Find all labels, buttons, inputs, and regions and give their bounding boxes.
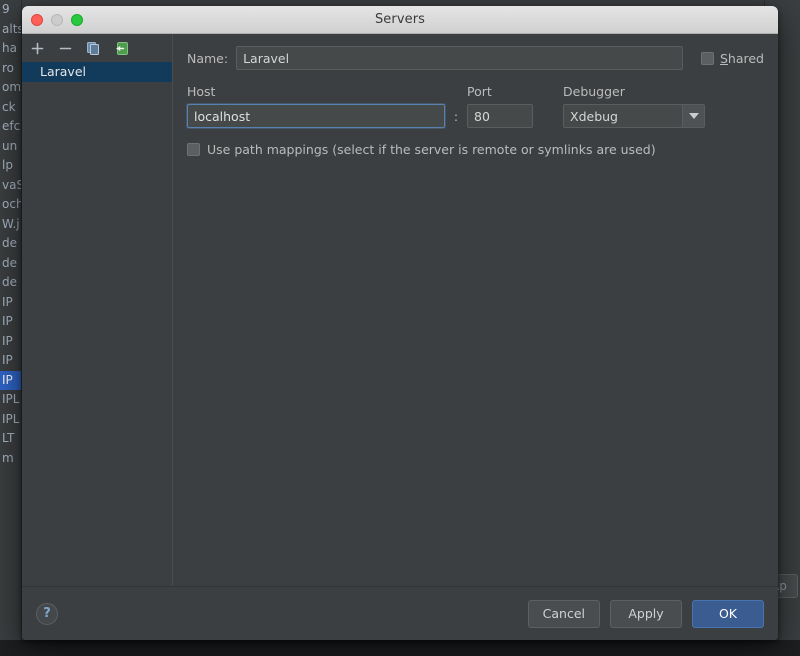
dialog-body: Laravel Name: Shared Host : Port [22,34,778,586]
shared-checkbox[interactable] [700,51,714,65]
host-input[interactable] [187,104,445,128]
background-tree-row[interactable]: vaS [0,176,21,196]
background-tree-row[interactable]: de [0,234,21,254]
minus-icon[interactable] [56,39,74,57]
server-list-toolbar [22,34,172,62]
background-tree-row[interactable]: om [0,78,21,98]
name-label: Name: [187,50,229,66]
minimize-button-icon[interactable] [51,14,63,26]
servers-dialog: Servers Laravel Name: Laravel Shared Hos… [22,6,778,640]
server-list-item[interactable]: Laravel [22,62,172,82]
dialog-actions: Cancel Apply OK [527,599,764,628]
background-tree-row[interactable]: ro [0,59,21,79]
help-icon[interactable]: ? [36,602,58,625]
plus-icon[interactable] [28,39,46,57]
background-tree-row[interactable]: lp [0,156,21,176]
dialog-button-bar: ? Cancel Apply OK [22,586,778,640]
shared-label-mnemonic: S [719,50,728,66]
background-bottom-strip [0,640,800,656]
host-label: Host [187,84,216,99]
background-tree-row[interactable]: IP [0,312,21,332]
background-tree-row[interactable]: W.j [0,215,21,235]
background-tree-row[interactable]: 9 [0,0,21,20]
debugger-label: Debugger [563,84,625,99]
background-settings-tree[interactable]: 9altsharoomckefcunlpvaSochW.jdededeIPIPI… [0,0,22,640]
background-tree-row[interactable]: IP [0,293,21,313]
background-tree-row[interactable]: IP [0,332,21,352]
close-button-icon[interactable] [31,14,43,26]
debugger-selected-value: Xdebug [570,108,618,124]
shared-label: Shared [720,51,764,66]
server-list-pane: Laravel [22,34,172,586]
background-tree-row[interactable]: och [0,195,21,215]
ok-button[interactable]: OK [692,599,764,628]
page-title: Servers [374,12,426,27]
background-tree-row[interactable]: efc [0,117,21,137]
debugger-field-group: Debugger Xdebug [563,84,705,128]
host-field-group: Host [187,84,445,128]
background-tree-row[interactable]: alts [0,20,21,40]
port-field-group: Port [467,84,533,128]
background-tree-row[interactable]: un [0,137,21,157]
apply-button[interactable]: Apply [610,599,682,628]
host-port-debugger-row: Host : Port Debugger Xdebug [187,84,764,128]
cancel-button[interactable]: Cancel [527,599,600,628]
chevron-down-icon[interactable] [682,105,704,127]
path-mappings-checkbox[interactable] [187,143,200,156]
import-icon[interactable] [112,39,130,57]
background-tree-row[interactable]: LT [0,429,21,449]
server-list[interactable]: Laravel [22,62,172,586]
debugger-select[interactable]: Xdebug [563,104,705,128]
path-mappings-row[interactable]: Use path mappings (select if the server … [187,142,764,157]
background-tree-row[interactable]: ha [0,39,21,59]
shared-checkbox-group[interactable]: Shared [700,51,764,66]
name-row: Name: Shared [187,46,764,70]
background-tree-row[interactable]: IP [0,370,21,390]
background-tree-row[interactable]: IPL [0,410,21,430]
background-tree-row[interactable]: ck [0,98,21,118]
background-tree-row[interactable]: IP [0,351,21,371]
background-tree-row[interactable]: de [0,254,21,274]
host-port-separator: : [453,109,459,124]
zoom-button-icon[interactable] [71,14,83,26]
port-input[interactable] [467,104,533,128]
name-input[interactable] [236,46,683,70]
dialog-titlebar[interactable]: Servers [22,6,778,34]
background-tree-row[interactable]: IPL [0,390,21,410]
background-tree-row[interactable]: m [0,449,21,469]
server-settings-form: Name: Shared Host : Port Debugge [173,34,778,586]
path-mappings-label: Use path mappings (select if the server … [207,142,656,157]
port-label: Port [467,84,492,99]
background-tree-row[interactable]: de [0,273,21,293]
copy-icon[interactable] [84,39,102,57]
shared-label-rest: hared [727,50,764,66]
window-controls [31,6,83,34]
